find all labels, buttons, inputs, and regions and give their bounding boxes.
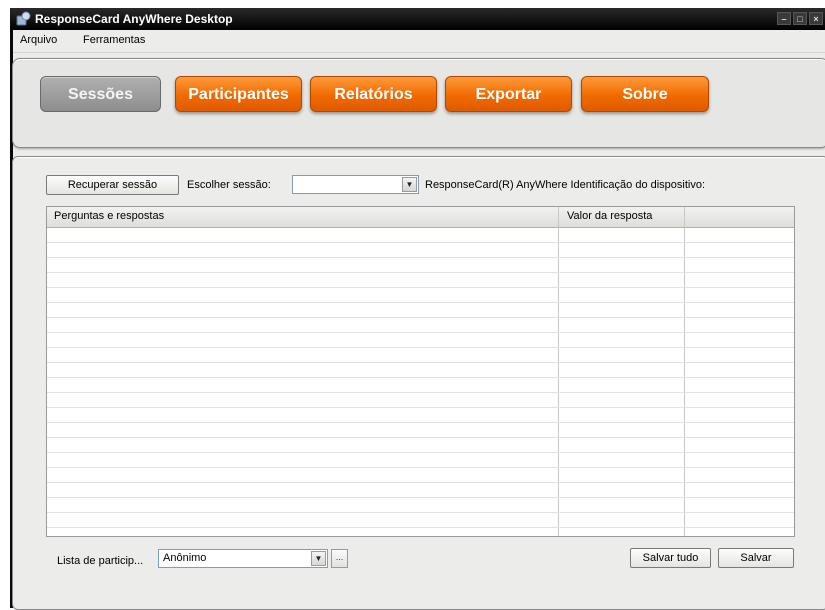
choose-session-select[interactable]: ▼	[292, 175, 419, 194]
tab-sessoes[interactable]: Sessões	[40, 76, 161, 112]
column-header-questions[interactable]: Perguntas e respostas	[54, 210, 164, 222]
save-button[interactable]: Salvar	[718, 548, 794, 568]
column-header-value[interactable]: Valor da resposta	[567, 210, 652, 222]
navigation-panel: Sessões Participantes Relatórios Exporta…	[12, 58, 825, 148]
table-row	[47, 377, 794, 378]
tab-relatorios[interactable]: Relatórios	[310, 76, 437, 112]
tab-exportar[interactable]: Exportar	[445, 76, 572, 112]
window-controls: – □ ×	[777, 12, 823, 25]
table-row	[47, 302, 794, 303]
recover-session-button[interactable]: Recuperar sessão	[46, 175, 179, 195]
device-id-label: ResponseCard(R) AnyWhere Identificação d…	[425, 179, 706, 191]
menu-bar: Arquivo Ferramentas	[13, 30, 825, 53]
participant-list-value: Anônimo	[163, 552, 207, 564]
tab-sobre[interactable]: Sobre	[581, 76, 709, 112]
chevron-down-icon[interactable]: ▼	[311, 551, 326, 566]
table-row	[47, 362, 794, 363]
table-row	[47, 392, 794, 393]
title-bar[interactable]: ResponseCard AnyWhere Desktop – □ ×	[10, 8, 825, 30]
table-row	[47, 317, 794, 318]
menu-ferramentas[interactable]: Ferramentas	[83, 34, 145, 46]
chevron-down-icon[interactable]: ▼	[402, 177, 417, 192]
menu-arquivo[interactable]: Arquivo	[20, 34, 57, 46]
close-button[interactable]: ×	[809, 12, 823, 25]
questions-table[interactable]: Perguntas e respostas Valor da resposta	[46, 206, 795, 537]
table-header: Perguntas e respostas Valor da resposta	[47, 207, 794, 228]
window-title: ResponseCard AnyWhere Desktop	[35, 12, 233, 26]
table-row	[47, 347, 794, 348]
participant-browse-button[interactable]: ...	[331, 549, 348, 568]
participant-list-select[interactable]: Anônimo ▼	[158, 549, 328, 568]
table-row	[47, 497, 794, 498]
table-row	[47, 407, 794, 408]
minimize-button[interactable]: –	[777, 12, 791, 25]
table-row	[47, 482, 794, 483]
tab-participantes[interactable]: Participantes	[175, 76, 302, 112]
table-row	[47, 437, 794, 438]
table-row	[47, 287, 794, 288]
table-row	[47, 422, 794, 423]
table-row	[47, 452, 794, 453]
maximize-button[interactable]: □	[793, 12, 807, 25]
table-row	[47, 527, 794, 528]
table-row	[47, 467, 794, 468]
table-row	[47, 242, 794, 243]
table-row	[47, 257, 794, 258]
table-row	[47, 512, 794, 513]
app-icon	[16, 11, 31, 26]
choose-session-label: Escolher sessão:	[187, 179, 271, 191]
table-row	[47, 332, 794, 333]
table-row	[47, 272, 794, 273]
participant-list-label: Lista de particip...	[57, 555, 144, 567]
save-all-button[interactable]: Salvar tudo	[630, 548, 711, 568]
